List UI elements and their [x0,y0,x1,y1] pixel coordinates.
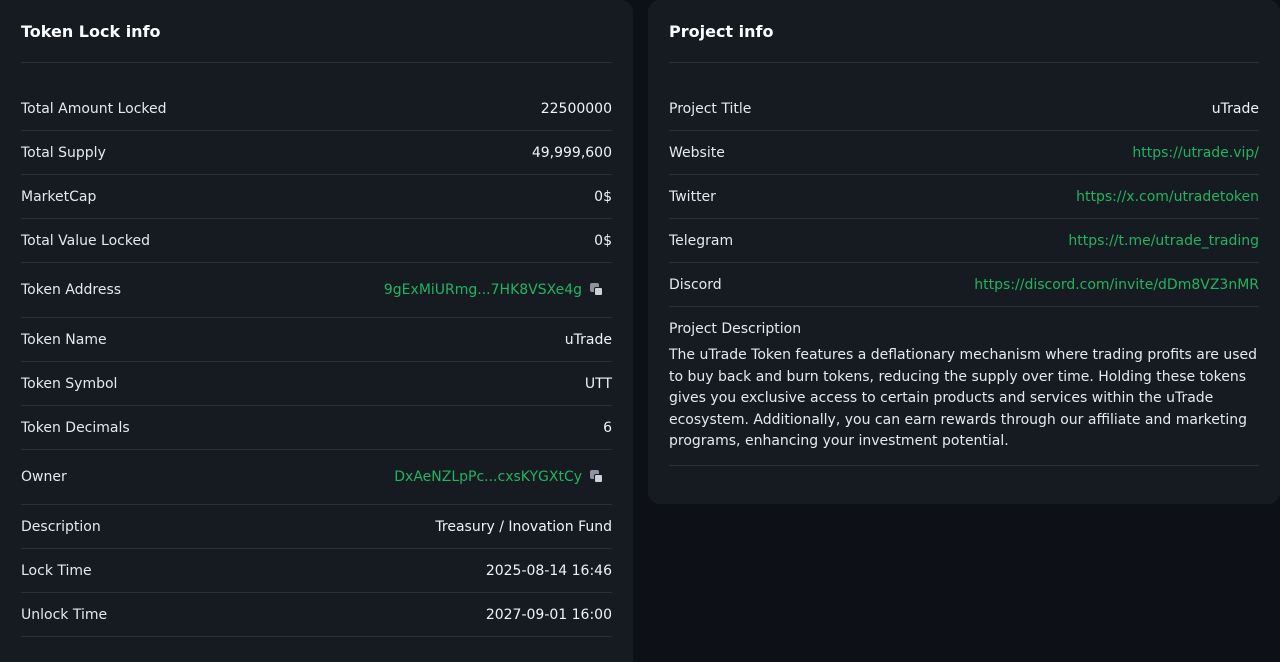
token-lock-title: Token Lock info [21,22,161,41]
owner-address-link[interactable]: DxAeNZLpPc...cxsKYGXtCy [394,469,582,485]
row-token-address: Token Address 9gExMiURmg...7HK8VSXe4g [21,263,612,318]
title-divider [21,62,612,63]
row-label: Project Title [669,100,752,117]
row-marketcap: MarketCap 0$ [21,175,612,219]
discord-link[interactable]: https://discord.com/invite/dDm8VZ3nMR [974,277,1259,293]
row-label: Total Amount Locked [21,100,167,117]
row-value: 2025-08-14 16:46 [485,562,612,579]
token-address-value: 9gExMiURmg...7HK8VSXe4g [384,282,612,298]
twitter-link[interactable]: https://x.com/utradetoken [1076,189,1259,205]
row-value: 2027-09-01 16:00 [485,606,612,623]
row-token-symbol: Token Symbol UTT [21,362,612,406]
owner-value: DxAeNZLpPc...cxsKYGXtCy [394,469,612,485]
project-description-text: The uTrade Token features a deflationary… [669,347,1258,449]
row-total-supply: Total Supply 49,999,600 [21,131,612,175]
row-owner: Owner DxAeNZLpPc...cxsKYGXtCy [21,450,612,505]
row-value: 6 [603,419,612,436]
row-value: 0$ [594,232,612,249]
row-project-title: Project Title uTrade [669,87,1259,131]
row-label: Token Name [21,331,107,348]
row-description: Description Treasury / Inovation Fund [21,505,612,549]
row-lock-time: Lock Time 2025-08-14 16:46 [21,549,612,593]
row-label: Token Symbol [21,375,118,392]
row-value: 49,999,600 [531,144,612,161]
row-label: Total Supply [21,144,106,161]
row-value: UTT [584,375,612,392]
row-label: Website [669,144,725,161]
row-label: Discord [669,276,722,293]
row-discord: Discord https://discord.com/invite/dDm8V… [669,263,1259,307]
website-link[interactable]: https://utrade.vip/ [1132,145,1259,161]
project-info-title: Project info [669,22,774,41]
row-value: Treasury / Inovation Fund [435,518,612,535]
row-label: Token Address [21,282,122,298]
row-label: Description [21,518,101,535]
row-value: uTrade [564,331,612,348]
token-lock-card: Token Lock info Total Amount Locked 2250… [0,0,633,662]
row-value: 0$ [594,188,612,205]
row-total-amount-locked: Total Amount Locked 22500000 [21,87,612,131]
row-token-decimals: Token Decimals 6 [21,406,612,450]
row-twitter: Twitter https://x.com/utradetoken [669,175,1259,219]
copy-icon[interactable] [590,470,604,484]
telegram-link[interactable]: https://t.me/utrade_trading [1068,233,1259,249]
row-label: Telegram [669,232,734,249]
row-label: Lock Time [21,562,92,579]
copy-icon[interactable] [590,283,604,297]
project-info-rows: Project Title uTrade Website https://utr… [669,87,1259,466]
token-lock-rows: Total Amount Locked 22500000 Total Suppl… [21,87,612,637]
row-value: 22500000 [540,100,612,117]
row-label: Token Decimals [21,419,130,436]
row-label: Unlock Time [21,606,108,623]
row-label: Owner [21,469,67,485]
project-description-block: Project Description The uTrade Token fea… [669,307,1259,466]
row-website: Website https://utrade.vip/ [669,131,1259,175]
token-address-link[interactable]: 9gExMiURmg...7HK8VSXe4g [384,282,582,298]
row-token-name: Token Name uTrade [21,318,612,362]
row-label: Total Value Locked [21,232,150,249]
title-divider [669,62,1259,63]
row-value: uTrade [1211,100,1259,117]
row-label: MarketCap [21,188,97,205]
page: Token Lock info Total Amount Locked 2250… [0,0,1280,662]
row-unlock-time: Unlock Time 2027-09-01 16:00 [21,593,612,637]
row-label: Twitter [669,188,716,205]
project-info-card: Project info Project Title uTrade Websit… [648,0,1280,504]
row-total-value-locked: Total Value Locked 0$ [21,219,612,263]
row-telegram: Telegram https://t.me/utrade_trading [669,219,1259,263]
